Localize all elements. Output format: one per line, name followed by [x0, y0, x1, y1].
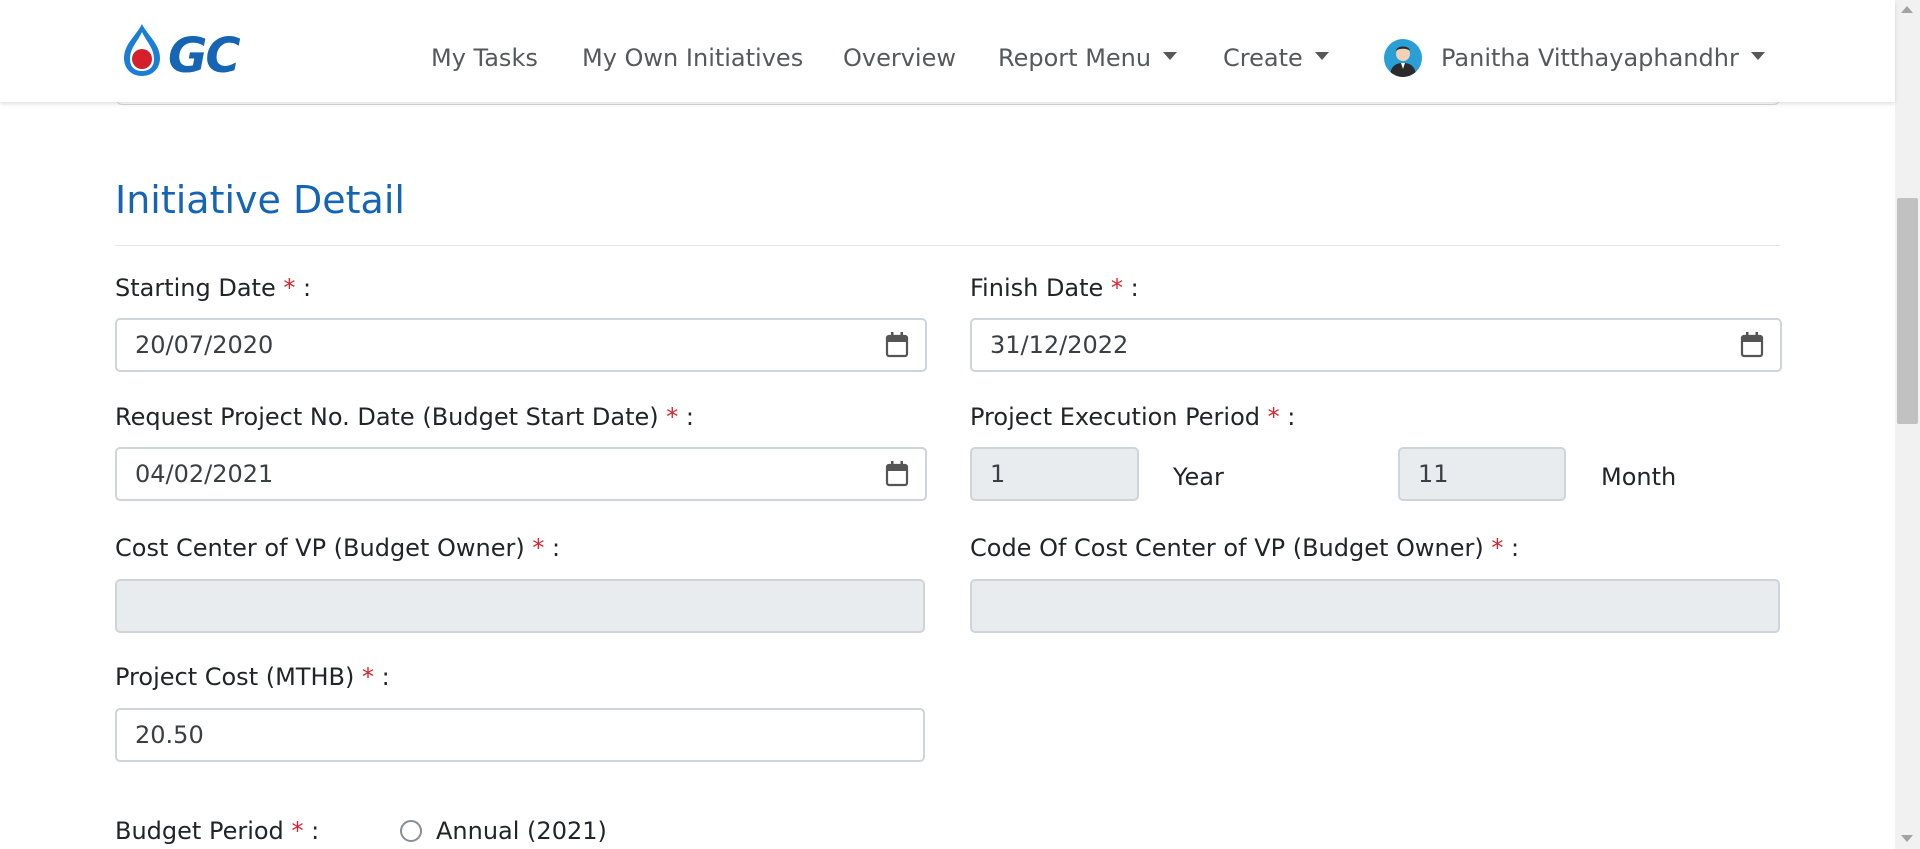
- request-date-label-text: Request Project No. Date (Budget Start D…: [115, 403, 659, 431]
- starting-date-value: 20/07/2020: [135, 331, 274, 359]
- budget-period-annual-label[interactable]: Annual (2021): [436, 815, 607, 847]
- project-cost-value: 20.50: [135, 721, 204, 749]
- budget-period-label-text: Budget Period: [115, 817, 284, 845]
- chevron-down-icon: [1750, 52, 1765, 60]
- required-mark: *: [291, 817, 304, 845]
- calendar-icon[interactable]: [1740, 332, 1764, 358]
- required-mark: *: [532, 534, 545, 562]
- finish-date-input[interactable]: 31/12/2022: [970, 318, 1782, 372]
- cost-center-code-label-text: Code Of Cost Center of VP (Budget Owner): [970, 534, 1484, 562]
- execution-years-field: 1: [970, 447, 1139, 501]
- label-colon: :: [381, 663, 390, 691]
- label-colon: :: [303, 274, 312, 302]
- nav-my-own-initiatives[interactable]: My Own Initiatives: [582, 42, 803, 74]
- finish-date-label-text: Finish Date: [970, 274, 1104, 302]
- section-title: Initiative Detail: [115, 178, 405, 222]
- top-navbar: GC My Tasks My Own Initiatives Overview …: [0, 0, 1895, 102]
- finish-date-label: Finish Date * :: [970, 272, 1139, 304]
- required-mark: *: [361, 663, 374, 691]
- scrollbar[interactable]: [1895, 0, 1920, 849]
- calendar-icon[interactable]: [885, 332, 909, 358]
- nav-create-label: Create: [1223, 44, 1303, 72]
- label-colon: :: [1511, 534, 1520, 562]
- label-colon: :: [552, 534, 561, 562]
- year-unit-label: Year: [1173, 463, 1224, 491]
- budget-period-annual-radio[interactable]: [400, 820, 422, 842]
- cost-center-label-text: Cost Center of VP (Budget Owner): [115, 534, 525, 562]
- nav-report-menu[interactable]: Report Menu: [998, 42, 1178, 74]
- cost-center-label: Cost Center of VP (Budget Owner) * :: [115, 532, 560, 564]
- starting-date-input[interactable]: 20/07/2020: [115, 318, 927, 372]
- required-mark: *: [1491, 534, 1504, 562]
- execution-period-label: Project Execution Period * :: [970, 401, 1295, 433]
- required-mark: *: [1267, 403, 1280, 431]
- request-date-label: Request Project No. Date (Budget Start D…: [115, 401, 694, 433]
- starting-date-label-text: Starting Date: [115, 274, 276, 302]
- cost-center-code-label: Code Of Cost Center of VP (Budget Owner)…: [970, 532, 1519, 564]
- finish-date-value: 31/12/2022: [990, 331, 1129, 359]
- chevron-down-icon: [1163, 52, 1178, 60]
- label-colon: :: [311, 817, 320, 845]
- label-colon: :: [685, 403, 694, 431]
- chevron-down-icon: [1314, 52, 1329, 60]
- nav-my-tasks[interactable]: My Tasks: [431, 42, 538, 74]
- starting-date-label: Starting Date * :: [115, 272, 311, 304]
- execution-months-field: 11: [1398, 447, 1566, 501]
- required-mark: *: [666, 403, 679, 431]
- scroll-up-arrow-icon[interactable]: [1901, 6, 1913, 13]
- project-cost-label: Project Cost (MTHB) * :: [115, 661, 390, 693]
- budget-period-label: Budget Period * :: [115, 815, 319, 847]
- nav-report-menu-label: Report Menu: [998, 44, 1152, 72]
- required-mark: *: [283, 274, 296, 302]
- nav-create[interactable]: Create: [1223, 42, 1329, 74]
- execution-period-label-text: Project Execution Period: [970, 403, 1260, 431]
- label-colon: :: [1130, 274, 1139, 302]
- section-divider: [115, 245, 1780, 246]
- scrollbar-thumb[interactable]: [1897, 198, 1918, 424]
- month-unit-label: Month: [1601, 463, 1677, 491]
- execution-months-value: 11: [1418, 460, 1449, 488]
- calendar-icon[interactable]: [885, 461, 909, 487]
- svg-text:GC: GC: [168, 28, 240, 78]
- request-date-input[interactable]: 04/02/2021: [115, 447, 927, 501]
- project-cost-input[interactable]: 20.50: [115, 708, 925, 762]
- project-cost-label-text: Project Cost (MTHB): [115, 663, 355, 691]
- scroll-down-arrow-icon[interactable]: [1901, 835, 1913, 842]
- execution-years-value: 1: [990, 460, 1006, 488]
- gc-logo[interactable]: GC: [122, 22, 292, 84]
- label-colon: :: [1287, 403, 1296, 431]
- user-name: Panitha Vitthayaphandhr: [1441, 44, 1739, 72]
- nav-overview[interactable]: Overview: [843, 42, 956, 74]
- cost-center-code-field: [970, 579, 1780, 633]
- required-mark: *: [1110, 274, 1123, 302]
- cost-center-field: [115, 579, 925, 633]
- user-menu[interactable]: Panitha Vitthayaphandhr: [1441, 42, 1765, 74]
- request-date-value: 04/02/2021: [135, 460, 274, 488]
- user-avatar[interactable]: [1384, 39, 1422, 77]
